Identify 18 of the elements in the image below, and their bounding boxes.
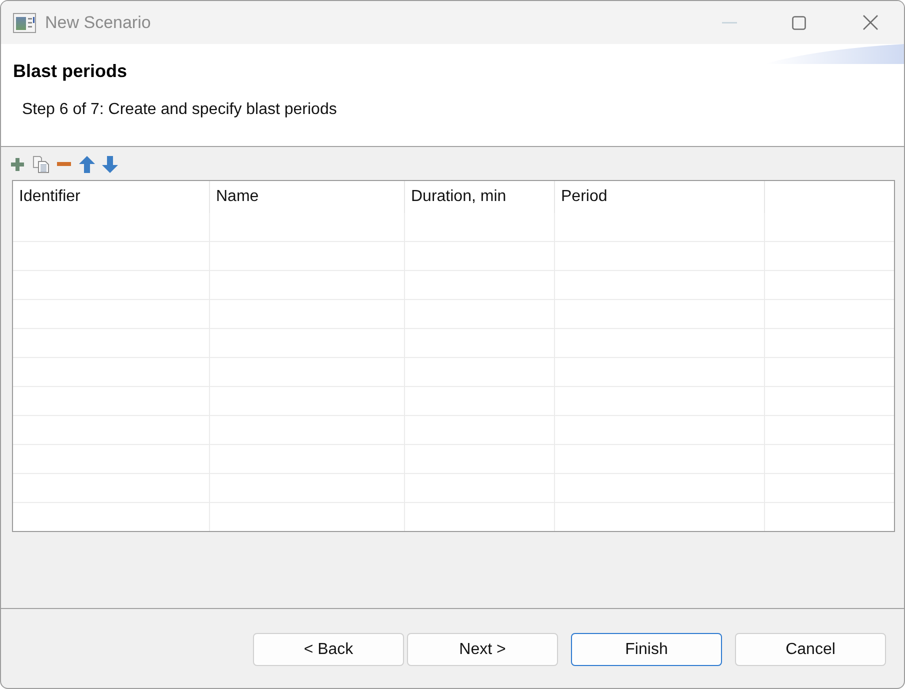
column-header[interactable]: Duration, min: [405, 181, 508, 213]
column-header[interactable]: Name: [210, 181, 261, 213]
page-title: Blast periods: [13, 60, 128, 83]
plus-icon[interactable]: [11, 158, 24, 170]
up-arrow-icon[interactable]: [79, 156, 95, 172]
window-icon: [13, 12, 36, 32]
page-description: Step 6 of 7: Create and specify blast periods: [22, 100, 337, 120]
wizard-button[interactable]: Cancel: [735, 633, 886, 666]
close-icon[interactable]: [863, 15, 878, 30]
wizard-button[interactable]: Next >: [407, 633, 558, 666]
copy-icon[interactable]: [33, 156, 49, 172]
column-header[interactable]: Period: [555, 181, 610, 213]
down-arrow-icon[interactable]: [102, 156, 118, 172]
wizard-button[interactable]: Finish: [571, 633, 722, 666]
wizard-button[interactable]: < Back: [253, 633, 404, 666]
column-header[interactable]: Identifier: [13, 181, 82, 213]
maximize-icon[interactable]: [792, 16, 806, 30]
window-title: New Scenario: [45, 12, 151, 34]
